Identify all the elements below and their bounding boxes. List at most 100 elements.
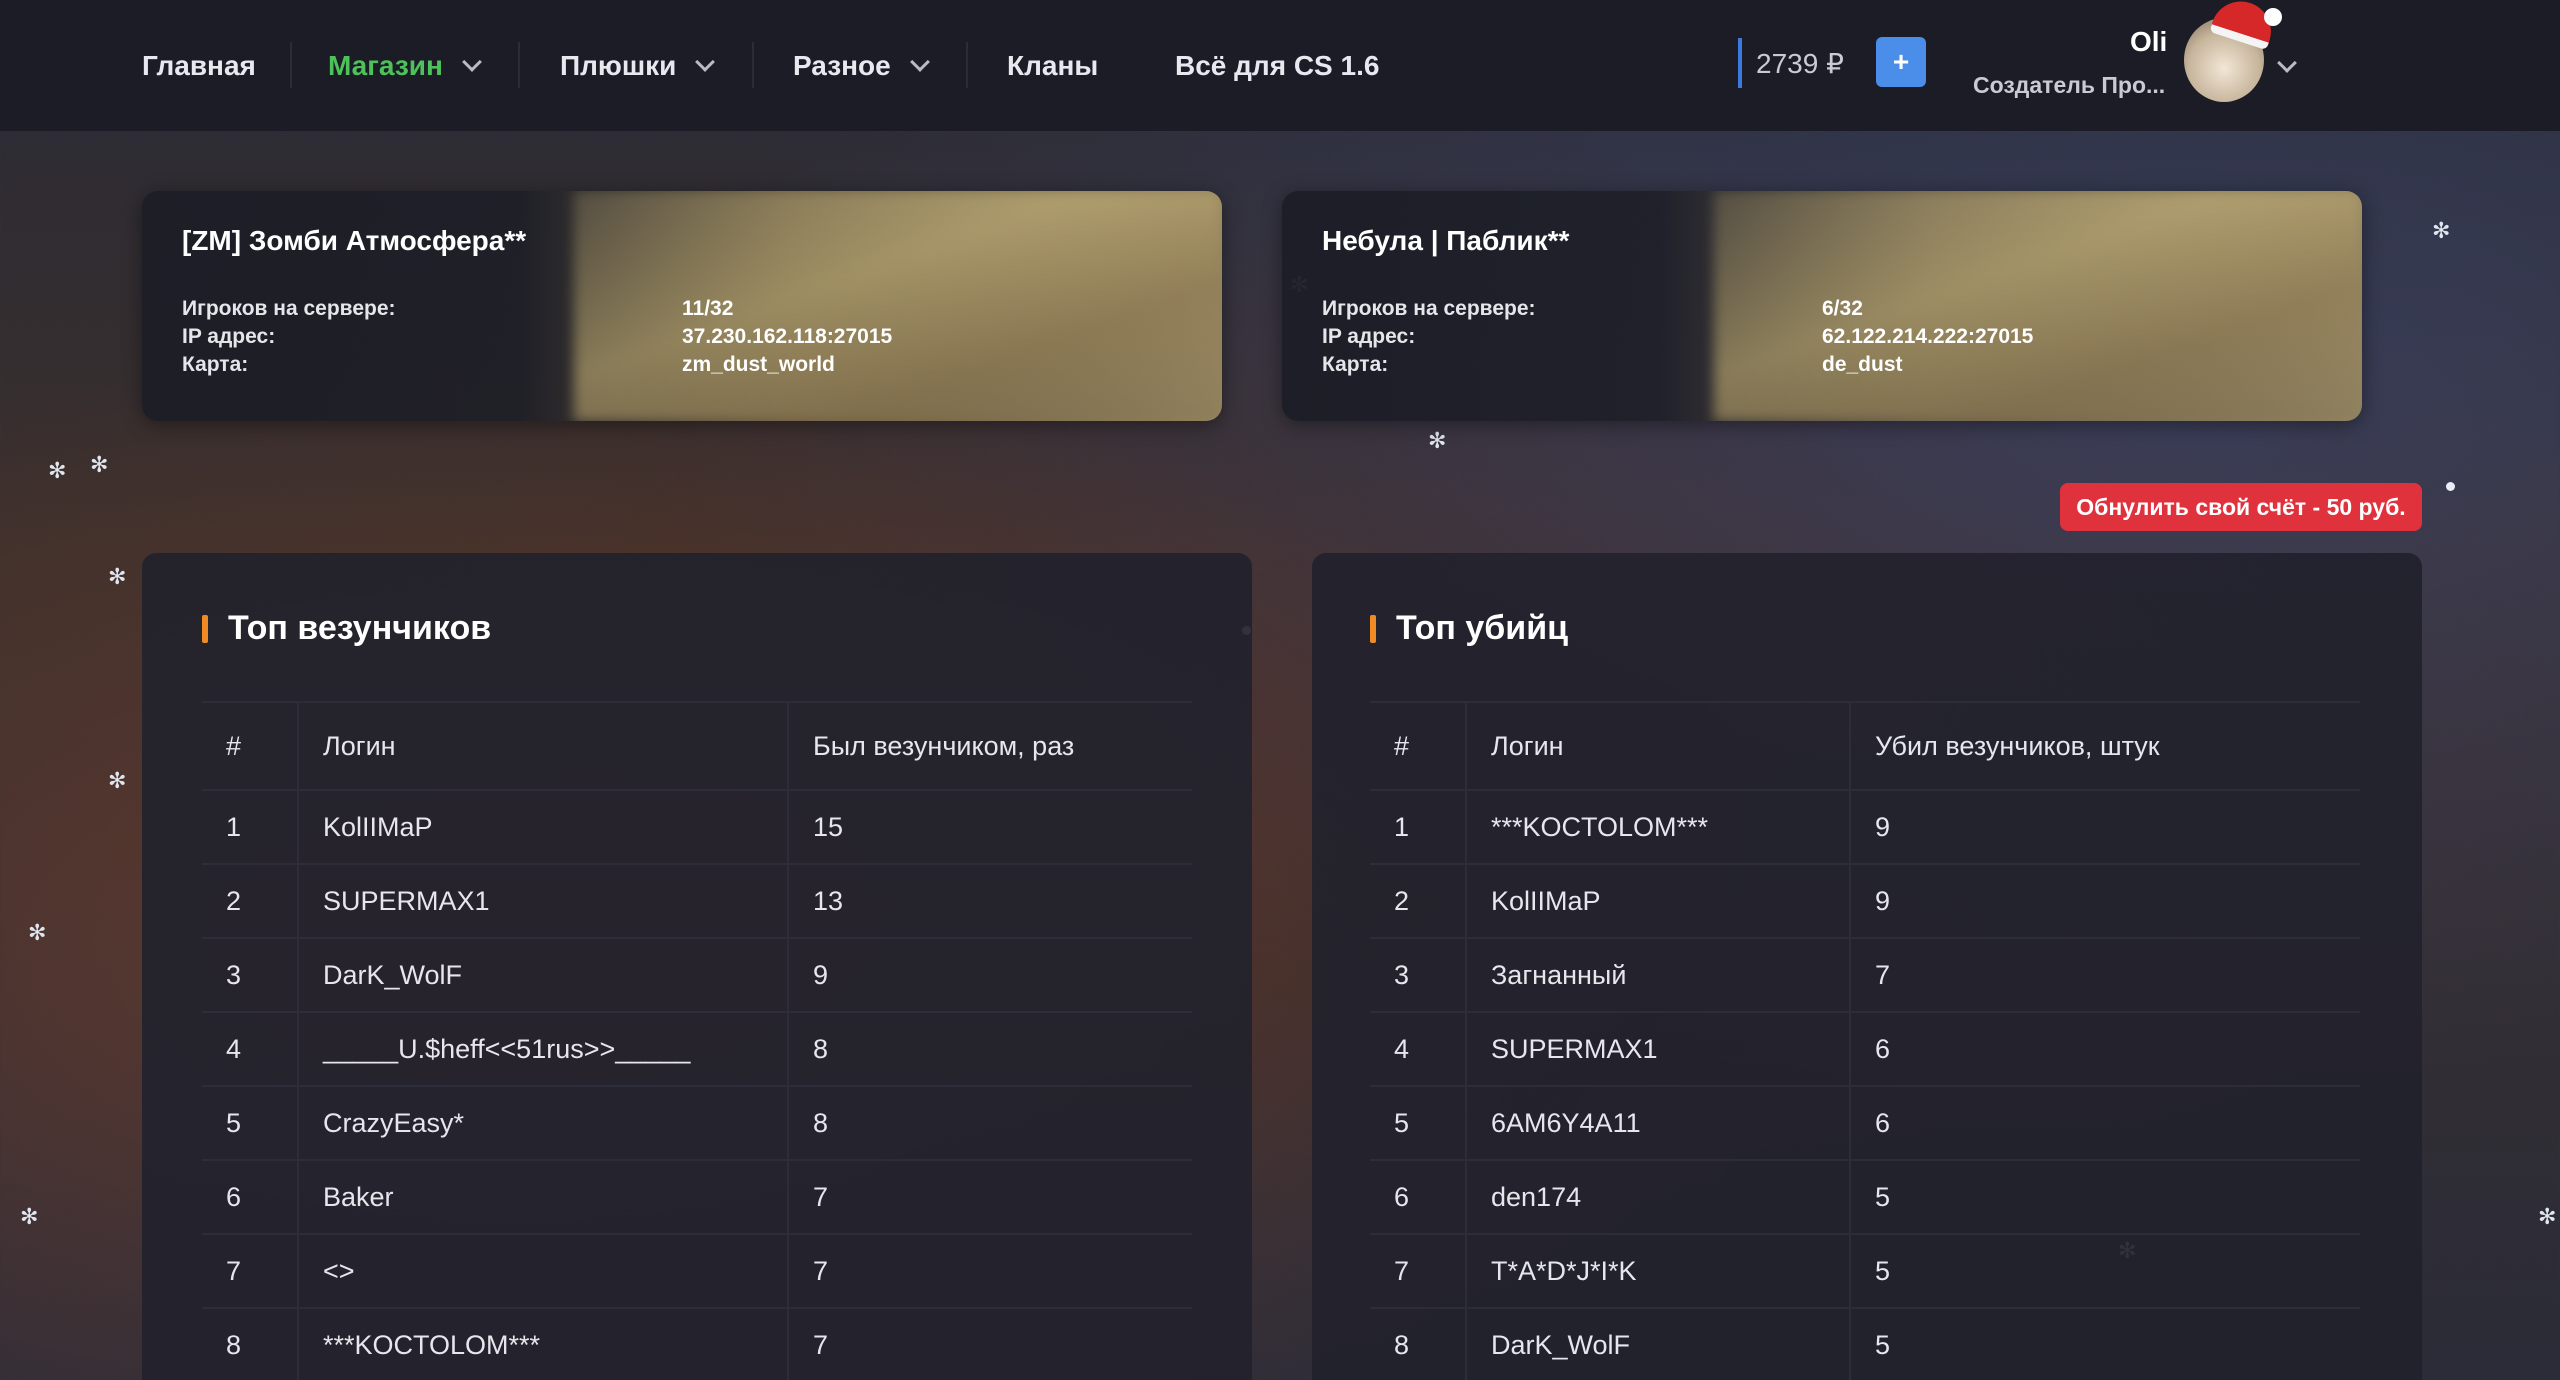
add-funds-button[interactable]: + <box>1876 37 1926 87</box>
rank-cell: 8 <box>1370 1307 1467 1380</box>
snowflake-icon: ✻ <box>90 452 109 477</box>
rank-cell: 3 <box>202 937 299 1013</box>
count-cell: 9 <box>787 937 1192 1013</box>
nav-divider <box>752 42 754 88</box>
count-cell: 6 <box>1849 1085 2360 1161</box>
table-row: 4 _____U.$heff<<51rus>>_____ 8 <box>202 1011 1192 1087</box>
server-map-label: Карта: <box>1322 353 1389 376</box>
balance-display[interactable]: 2739 ₽ <box>1738 38 1844 88</box>
panel-title-text: Топ убийц <box>1396 609 1568 647</box>
login-cell[interactable]: <> <box>297 1233 789 1309</box>
snowflake-icon: ✻ <box>2432 218 2451 243</box>
plus-icon: + <box>1892 46 1910 77</box>
nav-item-label: Всё для CS 1.6 <box>1175 49 1380 81</box>
count-cell: 7 <box>787 1233 1192 1309</box>
rank-cell: 8 <box>202 1307 299 1380</box>
table-row: 6 Baker 7 <box>202 1159 1192 1235</box>
server-card[interactable]: Небула | Паблик** Игроков на сервере: IP… <box>1282 191 2362 421</box>
lucky-table: # Логин Был везунчиком, раз 1 KolIIMaP 15 … <box>202 701 1192 1380</box>
nav-item-label: Разное <box>793 49 891 81</box>
server-card[interactable]: [ZM] Зомби Атмосфера** Игроков на сервер… <box>142 191 1222 421</box>
server-map-value: zm_dust_world <box>682 353 835 376</box>
column-header[interactable]: # <box>1370 701 1467 791</box>
server-ip-value[interactable]: 62.122.214.222:27015 <box>1822 325 2033 349</box>
server-title: Небула | Паблик** <box>1322 225 1570 256</box>
login-cell[interactable]: ***KOCTOLOM*** <box>297 1307 789 1380</box>
count-cell: 9 <box>1849 863 2360 939</box>
top-killers-panel: Топ убийц # Логин Убил везунчиков, штук … <box>1312 553 2422 1380</box>
server-players-label: Игроков на сервере: <box>182 297 396 320</box>
column-header[interactable]: # <box>202 701 299 791</box>
table-row: 2 KolIIMaP 9 <box>1370 863 2360 939</box>
table-row: 2 SUPERMAX1 13 <box>202 863 1192 939</box>
login-cell[interactable]: KolIIMaP <box>1465 863 1851 939</box>
table-row: 4 SUPERMAX1 6 <box>1370 1011 2360 1087</box>
rank-cell: 5 <box>1370 1085 1467 1161</box>
server-ip-value[interactable]: 37.230.162.118:27015 <box>682 325 892 349</box>
panel-title-text: Топ везунчиков <box>228 609 492 647</box>
table-row: 6 den174 5 <box>1370 1159 2360 1235</box>
column-header[interactable]: Логин <box>297 701 789 791</box>
login-cell[interactable]: SUPERMAX1 <box>1465 1011 1851 1087</box>
top-lucky-panel: Топ везунчиков # Логин Был везунчиком, р… <box>142 553 1252 1380</box>
table-row: 3 Загнанный 7 <box>1370 937 2360 1013</box>
column-header[interactable]: Был везунчиком, раз <box>787 701 1192 791</box>
nav-item-label: Плюшки <box>560 49 677 81</box>
user-name[interactable]: Oli <box>2130 26 2167 58</box>
rank-cell: 6 <box>202 1159 299 1235</box>
snowflake-icon: ✻ <box>108 564 127 589</box>
login-cell[interactable]: den174 <box>1465 1159 1851 1235</box>
nav-item-perks[interactable]: Плюшки <box>560 0 716 131</box>
table-row: 5 6AM6Y4A11 6 <box>1370 1085 2360 1161</box>
login-cell[interactable]: DarK_WolF <box>1465 1307 1851 1380</box>
nav-item-home[interactable]: Главная <box>142 0 256 131</box>
count-cell: 5 <box>1849 1307 2360 1380</box>
count-cell: 7 <box>787 1307 1192 1380</box>
login-cell[interactable]: SUPERMAX1 <box>297 863 789 939</box>
count-cell: 5 <box>1849 1159 2360 1235</box>
table-row: 5 CrazyEasy* 8 <box>202 1085 1192 1161</box>
table-row: 1 KolIIMaP 15 <box>202 789 1192 865</box>
top-navbar: Главная Магазин Плюшки Разное Кланы Всё … <box>0 0 2560 131</box>
reset-score-button[interactable]: Обнулить свой счёт - 50 руб. <box>2060 483 2422 531</box>
login-cell[interactable]: 6AM6Y4A11 <box>1465 1085 1851 1161</box>
login-cell[interactable]: Загнанный <box>1465 937 1851 1013</box>
table-header-row: # Логин Был везунчиком, раз <box>202 701 1192 791</box>
nav-item-clans[interactable]: Кланы <box>1007 0 1098 131</box>
rank-cell: 3 <box>1370 937 1467 1013</box>
server-map-label: Карта: <box>182 353 249 376</box>
panel-title: Топ везунчиков <box>202 609 491 648</box>
rank-cell: 2 <box>202 863 299 939</box>
snowflake-icon: ✻ <box>28 920 47 945</box>
rank-cell: 2 <box>1370 863 1467 939</box>
login-cell[interactable]: CrazyEasy* <box>297 1085 789 1161</box>
rank-cell: 7 <box>202 1233 299 1309</box>
login-cell[interactable]: T*A*D*J*I*K <box>1465 1233 1851 1309</box>
santa-hat-pompom <box>2264 8 2282 26</box>
column-header[interactable]: Убил везунчиков, штук <box>1849 701 2360 791</box>
server-map-preview <box>574 191 1222 421</box>
nav-item-shop[interactable]: Магазин <box>328 0 482 131</box>
table-row: 3 DarK_WolF 9 <box>202 937 1192 1013</box>
chevron-down-icon[interactable] <box>2277 53 2297 73</box>
title-accent-bar <box>202 614 208 643</box>
login-cell[interactable]: Baker <box>297 1159 789 1235</box>
panel-title: Топ убийц <box>1370 609 1568 648</box>
login-cell[interactable]: KolIIMaP <box>297 789 789 865</box>
table-row: 8 DarK_WolF 5 <box>1370 1307 2360 1380</box>
count-cell: 8 <box>787 1011 1192 1087</box>
count-cell: 5 <box>1849 1233 2360 1309</box>
user-role[interactable]: Создатель Про... <box>1973 72 2165 99</box>
login-cell[interactable]: _____U.$heff<<51rus>>_____ <box>297 1011 789 1087</box>
nav-item-cs16[interactable]: Всё для CS 1.6 <box>1175 0 1379 131</box>
login-cell[interactable]: DarK_WolF <box>297 937 789 1013</box>
server-players-value: 6/32 <box>1822 297 1863 320</box>
login-cell[interactable]: ***KOCTOLOM*** <box>1465 789 1851 865</box>
count-cell: 9 <box>1849 789 2360 865</box>
server-players-value: 11/32 <box>682 297 734 320</box>
nav-item-misc[interactable]: Разное <box>793 0 930 131</box>
chevron-down-icon <box>695 51 716 72</box>
count-cell: 6 <box>1849 1011 2360 1087</box>
rank-cell: 4 <box>1370 1011 1467 1087</box>
column-header[interactable]: Логин <box>1465 701 1851 791</box>
